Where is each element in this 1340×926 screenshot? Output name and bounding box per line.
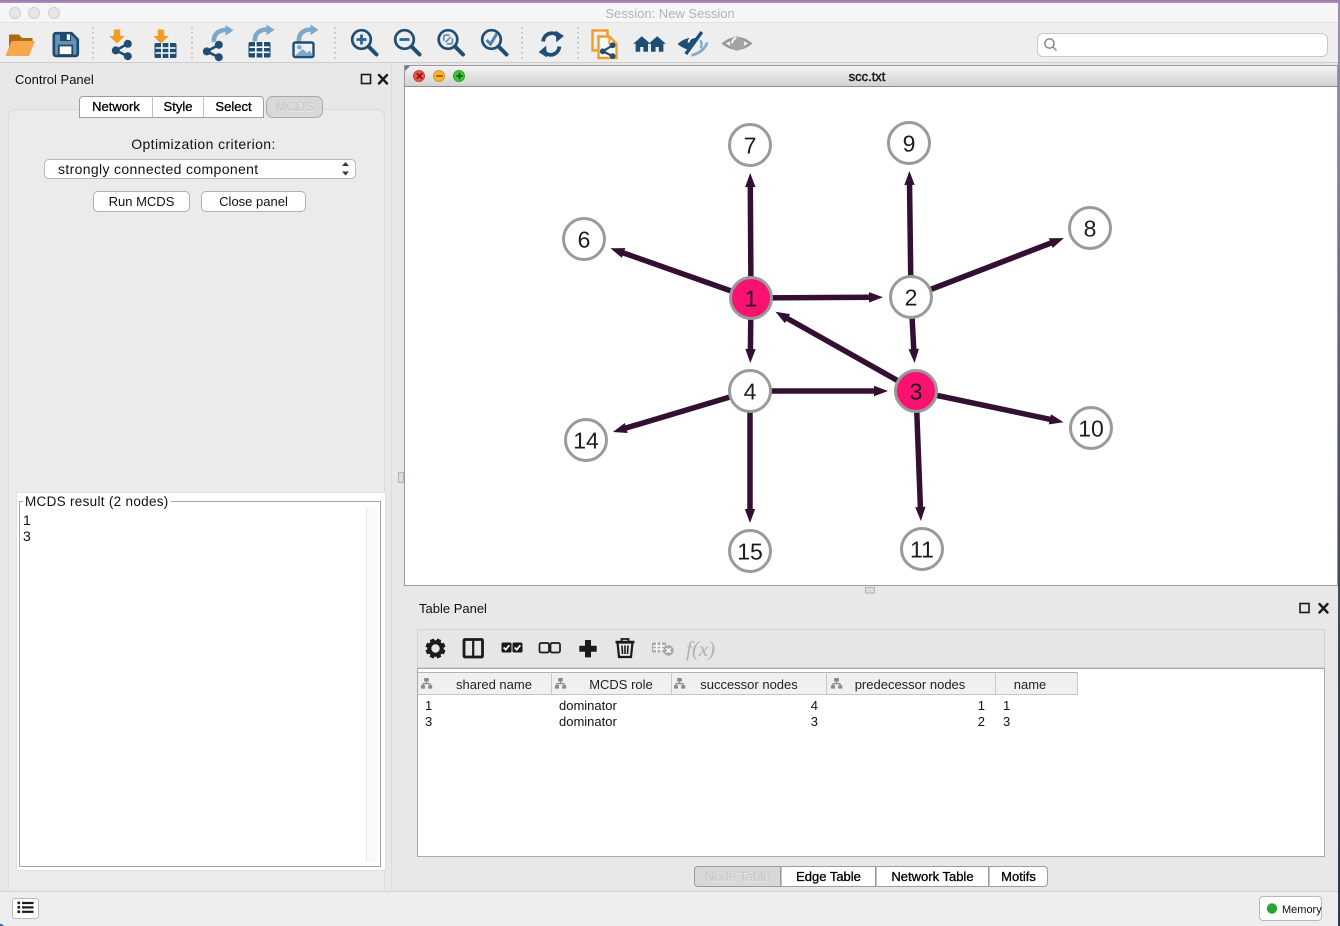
svg-text:f(x): f(x)	[686, 637, 715, 661]
